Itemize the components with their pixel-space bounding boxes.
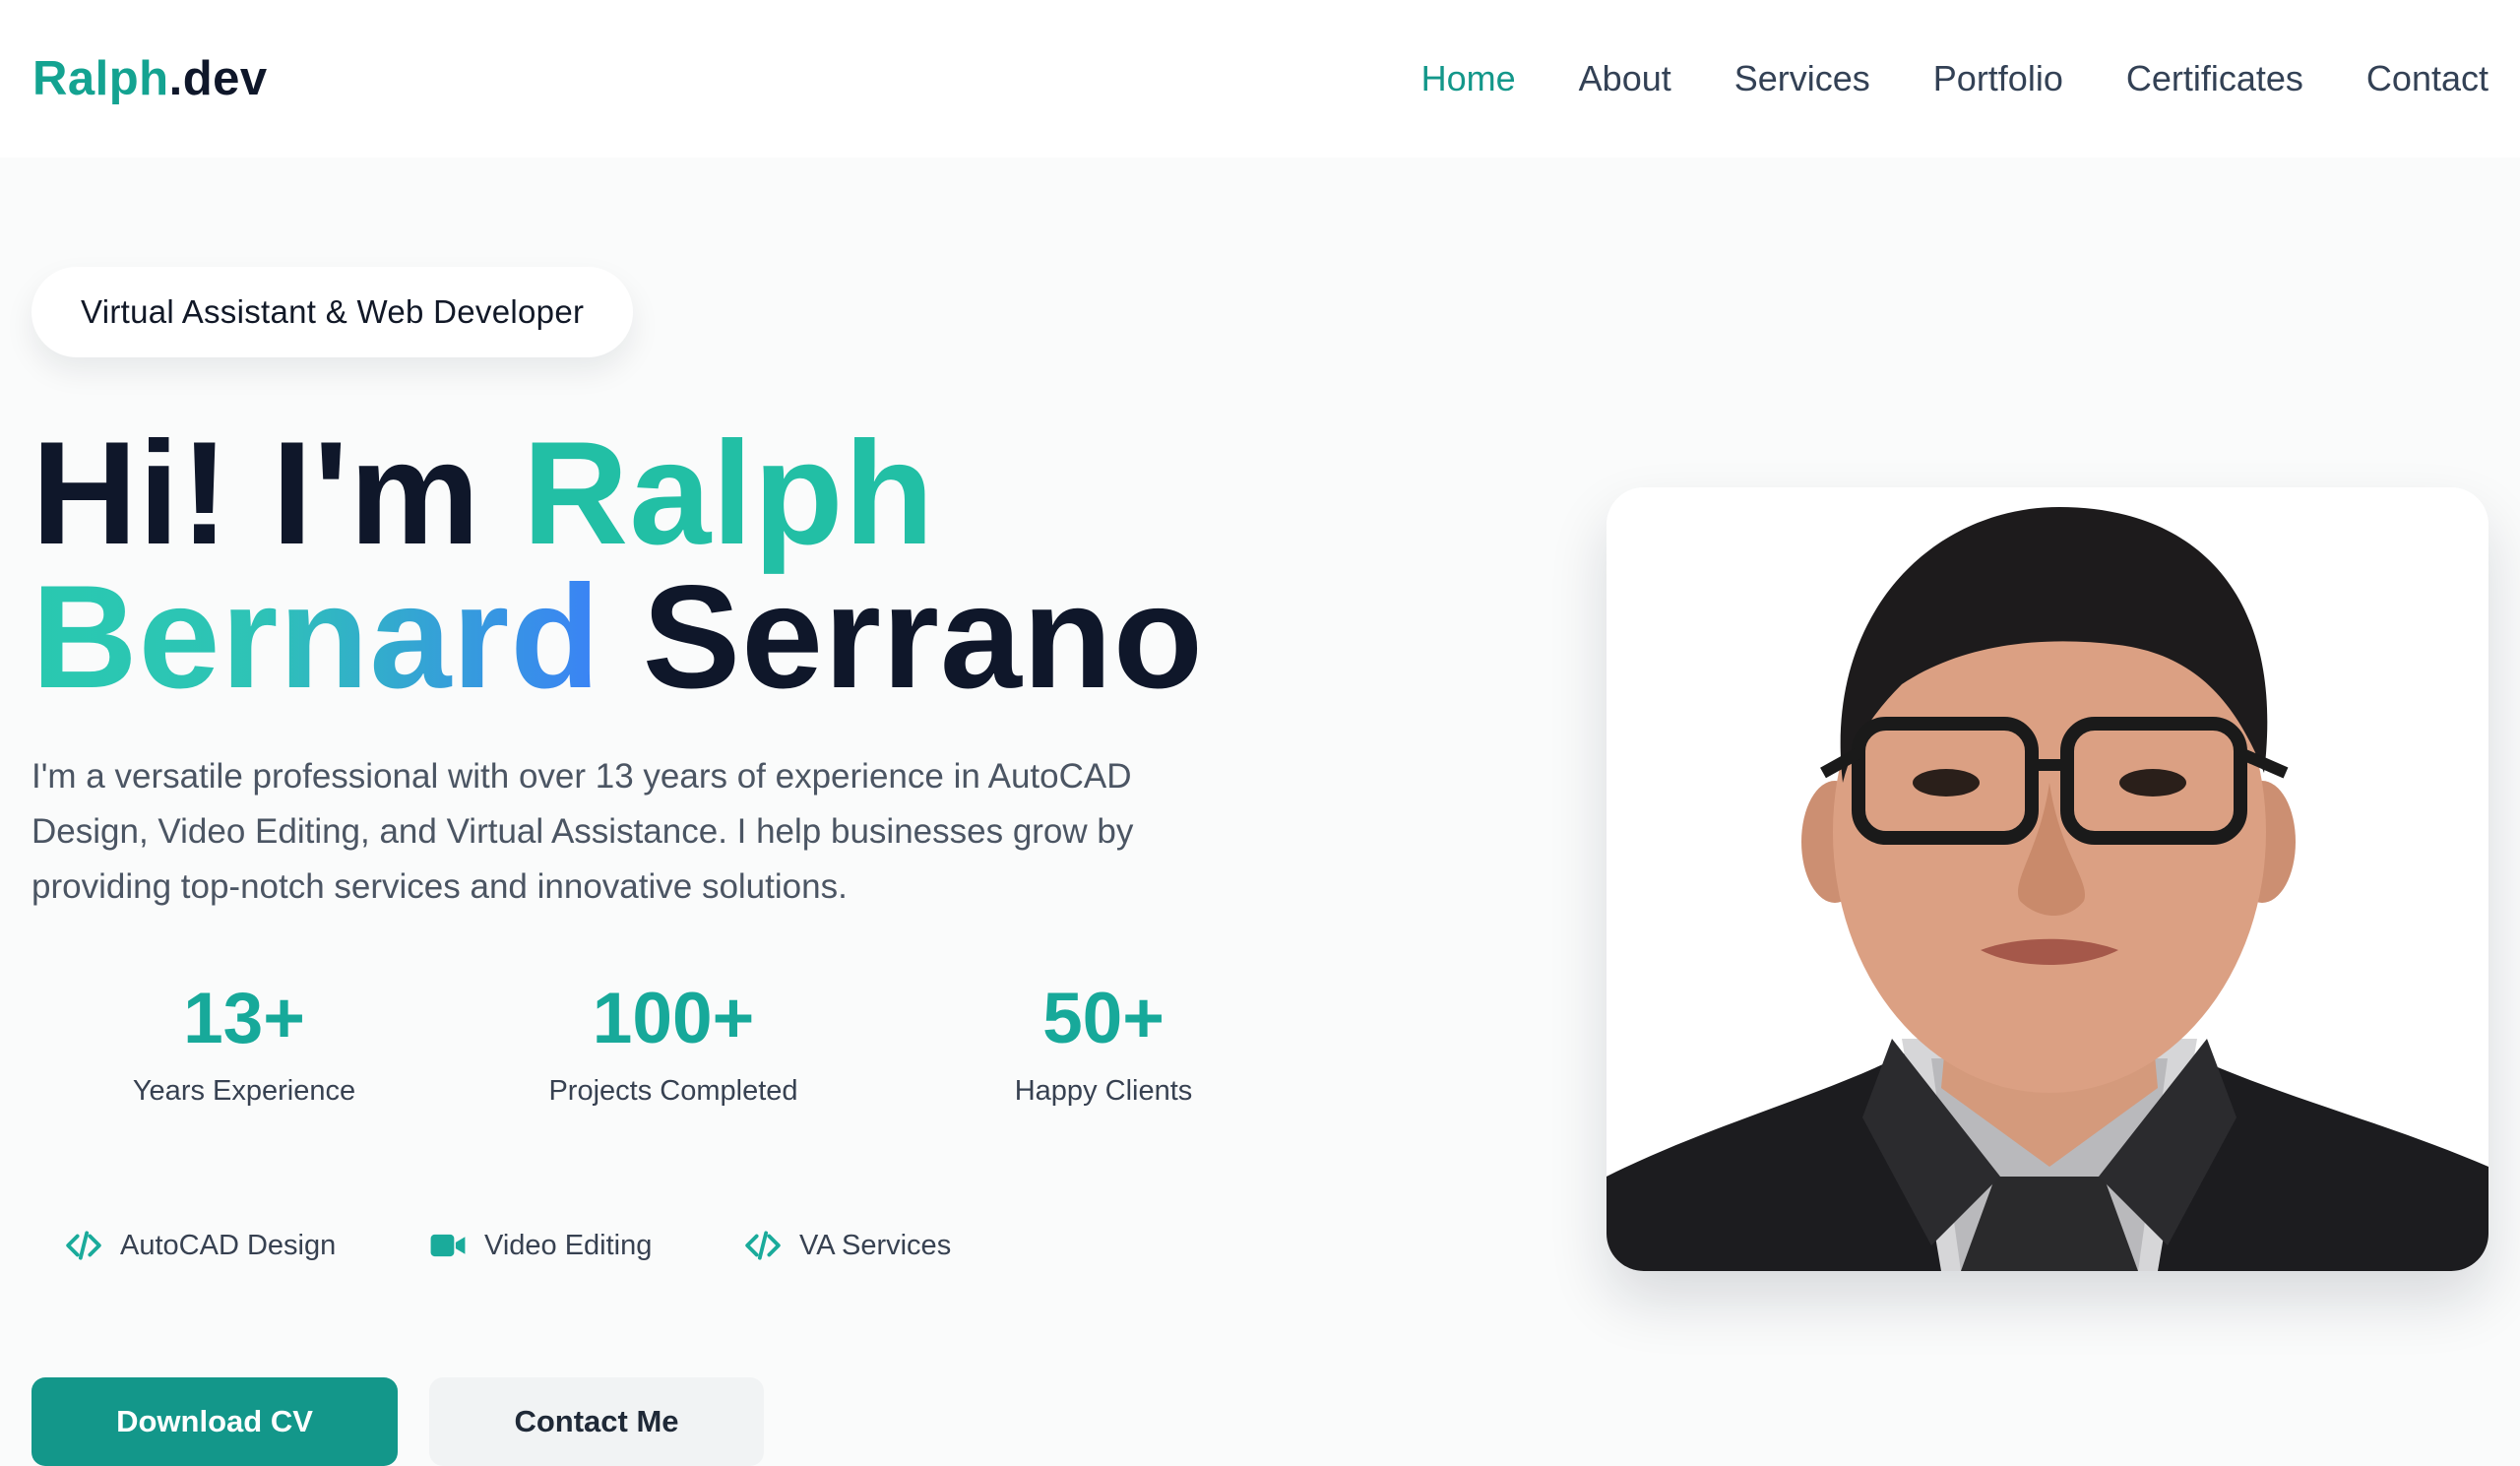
stat-value: 50+ xyxy=(1042,979,1165,1058)
portrait-illustration xyxy=(1606,487,2488,1271)
profile-photo xyxy=(1606,487,2488,1271)
skill-video-editing: Video Editing xyxy=(429,1227,652,1264)
stat-value: 13+ xyxy=(183,979,305,1058)
stat-years: 13+ Years Experience xyxy=(47,975,441,1108)
hero-headline: Hi! I'm Ralph Bernard Serrano xyxy=(32,419,1204,710)
logo-extension: .dev xyxy=(168,52,268,105)
nav-item-contact[interactable]: Contact xyxy=(2366,58,2488,99)
headline-middle-name: Bernard xyxy=(32,554,601,719)
hero-description: I'm a versatile professional with over 1… xyxy=(32,757,1134,906)
stat-clients: 50+ Happy Clients xyxy=(907,975,1300,1108)
role-badge: Virtual Assistant & Web Developer xyxy=(32,267,634,357)
stat-projects: 100+ Projects Completed xyxy=(476,975,870,1108)
skill-label: AutoCAD Design xyxy=(120,1229,337,1261)
stat-label: Projects Completed xyxy=(548,1075,798,1107)
nav-item-home[interactable]: Home xyxy=(1421,58,1516,99)
headline-last-name: Serrano xyxy=(642,554,1204,719)
nav-item-services[interactable]: Services xyxy=(1734,58,1870,99)
stats-row: 13+ Years Experience 100+ Projects Compl… xyxy=(32,975,1252,1122)
main-nav: Home About Services Portfolio Certificat… xyxy=(1421,58,2488,99)
code-icon xyxy=(745,1231,781,1260)
skill-autocad: AutoCAD Design xyxy=(65,1227,336,1264)
video-camera-icon xyxy=(430,1234,466,1257)
headline-first-name: Ralph xyxy=(522,411,935,575)
nav-item-certificates[interactable]: Certificates xyxy=(2126,58,2303,99)
contact-me-button[interactable]: Contact Me xyxy=(429,1377,764,1466)
stat-label: Happy Clients xyxy=(1014,1075,1193,1107)
skill-label: VA Services xyxy=(799,1229,952,1261)
skill-label: Video Editing xyxy=(484,1229,653,1261)
code-icon xyxy=(66,1231,101,1260)
download-cv-button[interactable]: Download CV xyxy=(32,1377,398,1466)
nav-item-portfolio[interactable]: Portfolio xyxy=(1933,58,2063,99)
stat-value: 100+ xyxy=(592,979,755,1058)
stat-label: Years Experience xyxy=(132,1075,356,1107)
skill-va-services: VA Services xyxy=(744,1227,951,1264)
navbar: Ralph.dev Home About Services Portfolio … xyxy=(0,0,2520,158)
nav-item-about[interactable]: About xyxy=(1579,58,1671,99)
logo-name: Ralph xyxy=(32,52,169,105)
headline-greeting: Hi! I'm xyxy=(32,411,481,575)
logo[interactable]: Ralph.dev xyxy=(32,51,268,106)
